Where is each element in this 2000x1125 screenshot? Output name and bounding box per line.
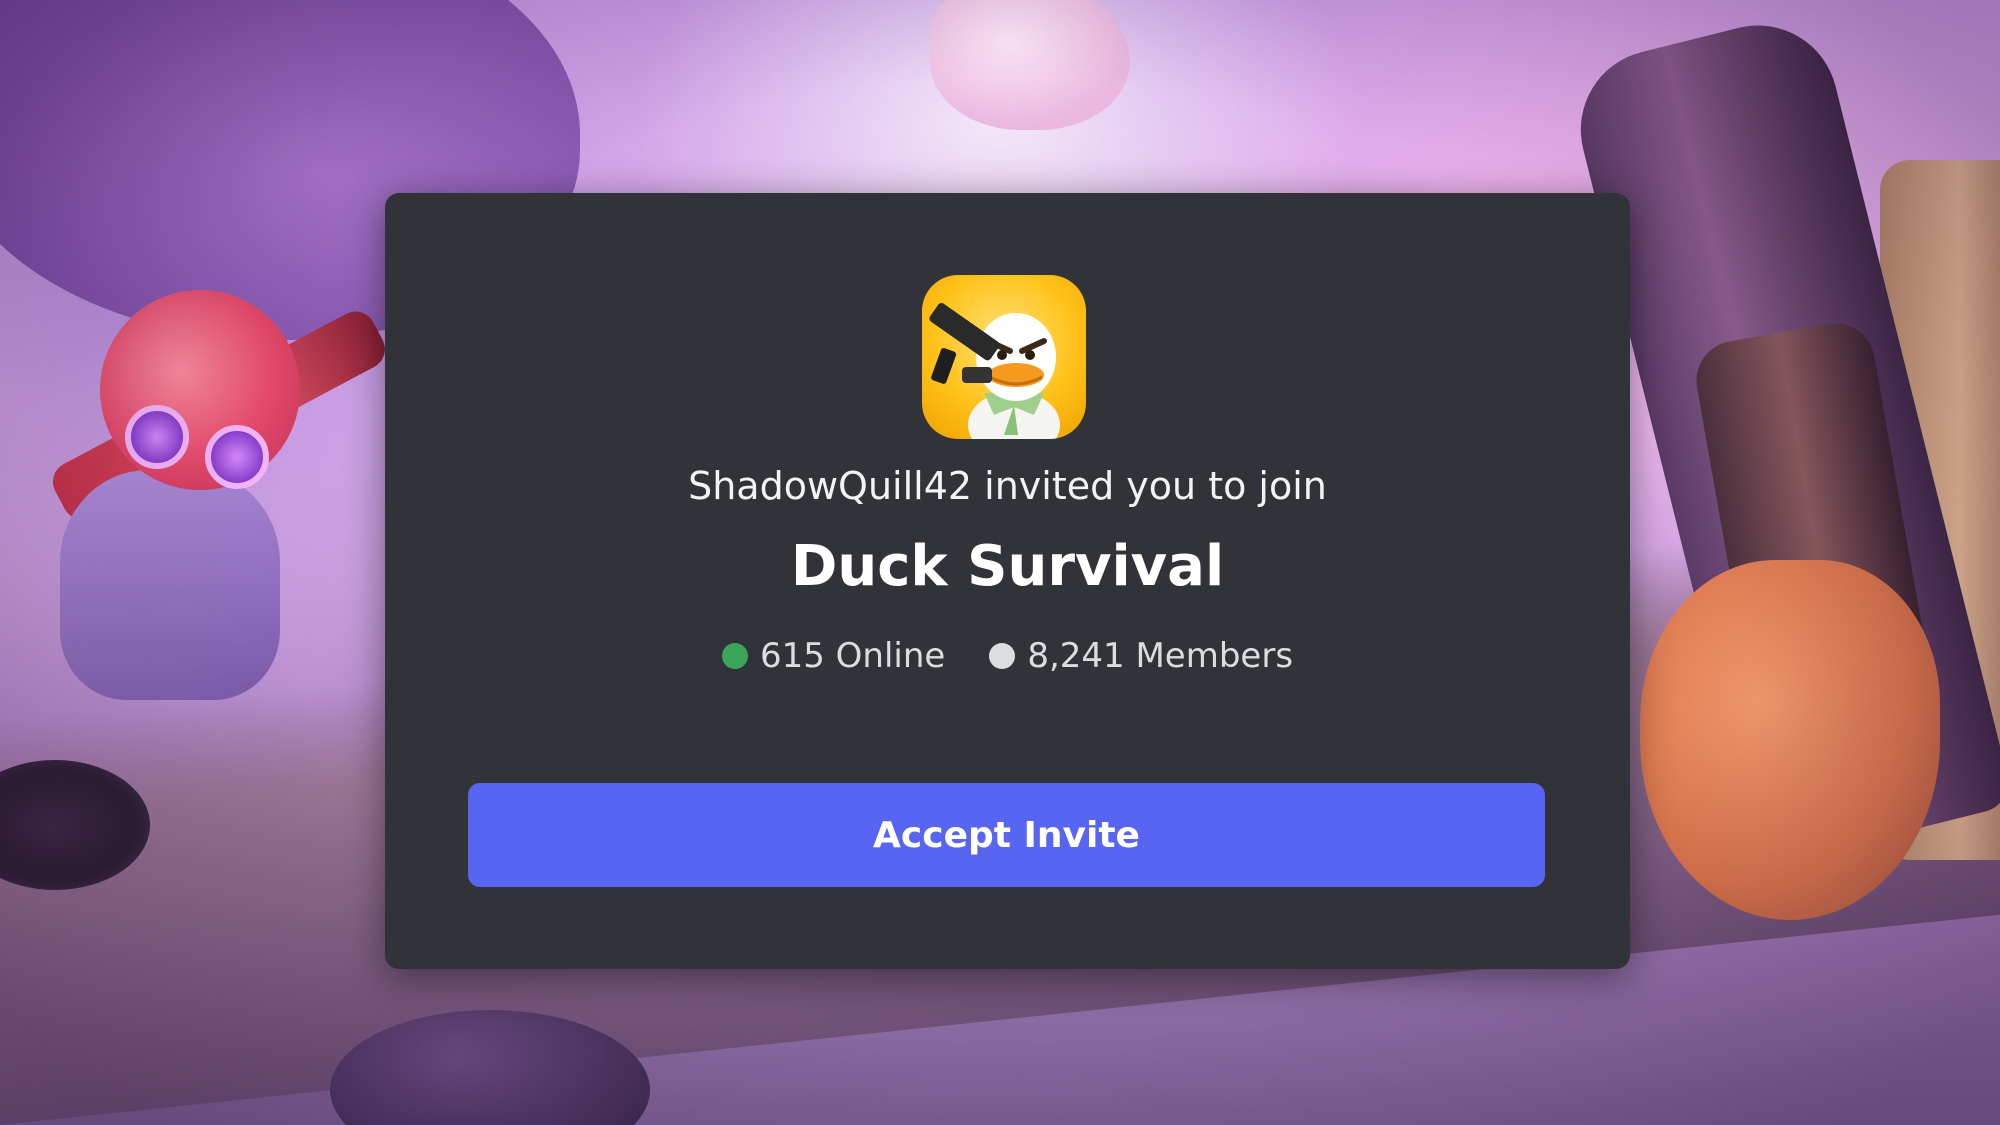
- online-status-dot-icon: [721, 643, 748, 669]
- inviter-text: ShadowQuill42 invited you to join: [688, 464, 1327, 508]
- invite-card: ShadowQuill42 invited you to join Duck S…: [385, 193, 1630, 969]
- invite-page: ShadowQuill42 invited you to join Duck S…: [0, 0, 2000, 1125]
- duck-soldier-icon: [929, 303, 1060, 439]
- member-count-label: 8,241 Members: [1027, 636, 1294, 676]
- server-stats: 615 Online 8,241 Members: [385, 633, 1630, 679]
- member-count: 8,241 Members: [989, 633, 1293, 679]
- server-icon: [922, 275, 1086, 439]
- online-count-label: 615 Online: [759, 636, 946, 676]
- online-count: 615 Online: [721, 633, 946, 679]
- accept-invite-button[interactable]: Accept Invite: [468, 783, 1545, 887]
- server-name: Duck Survival: [790, 534, 1225, 599]
- members-dot-icon: [989, 643, 1016, 669]
